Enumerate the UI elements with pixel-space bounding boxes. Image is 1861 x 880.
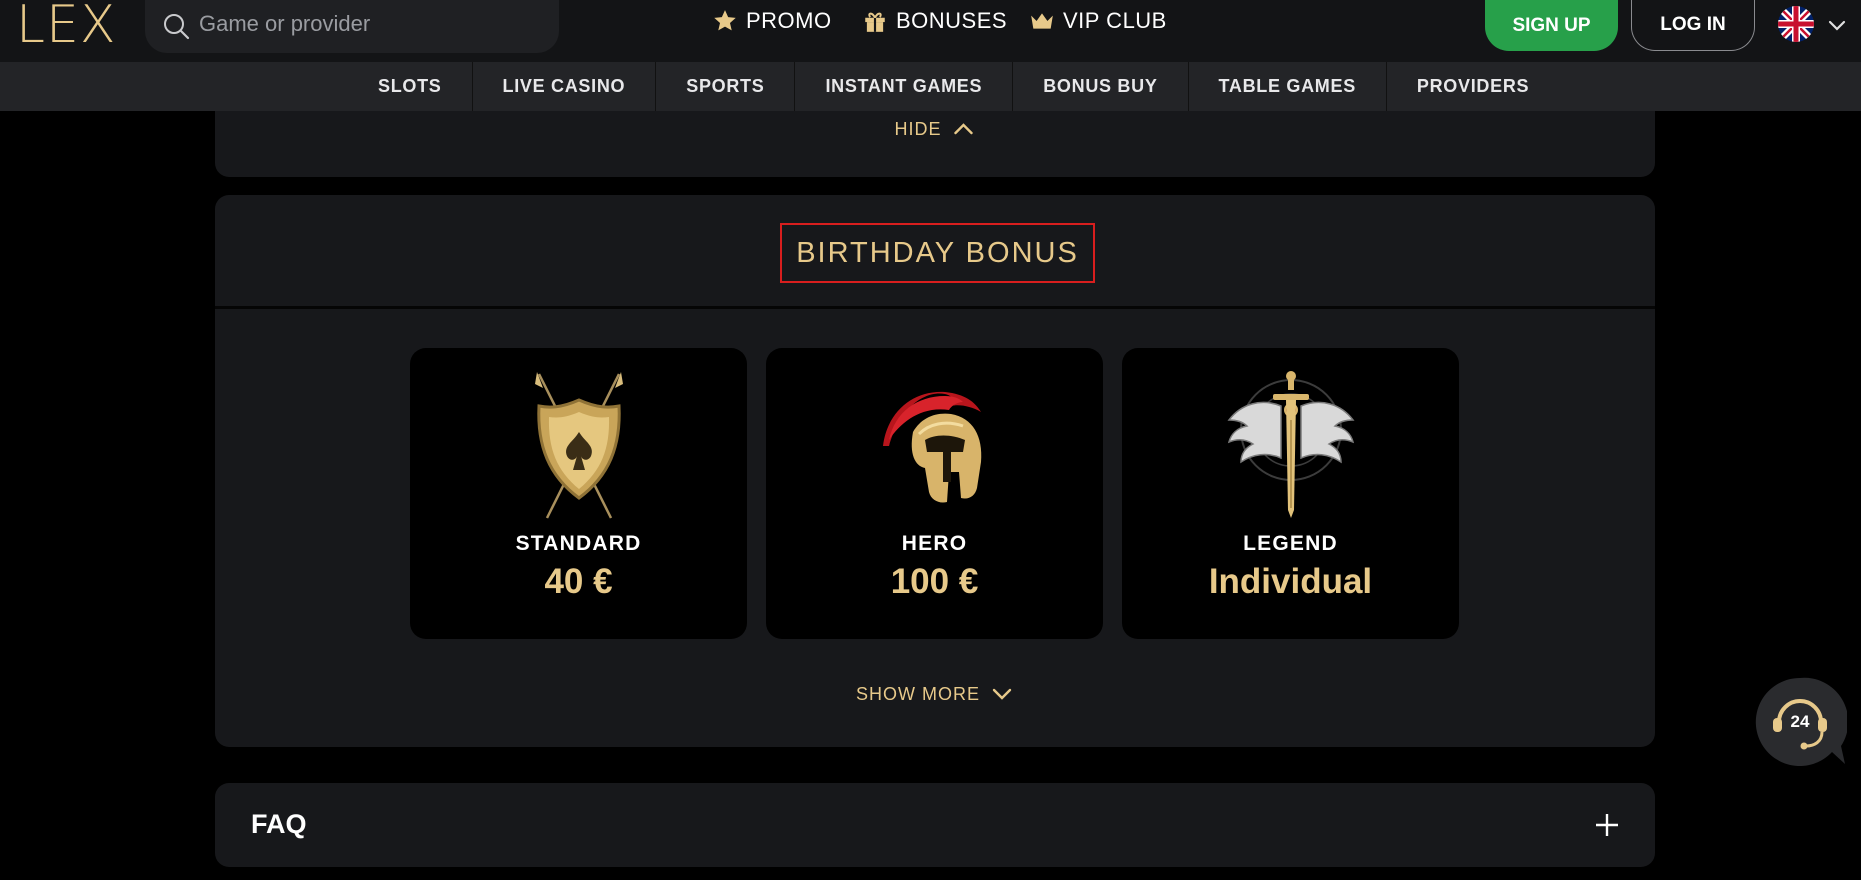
log-in-button[interactable]: LOG IN	[1631, 0, 1755, 51]
crown-icon	[1031, 13, 1053, 29]
category-slots[interactable]: SLOTS	[348, 62, 473, 111]
previous-section-panel: HIDE	[215, 111, 1655, 177]
tier-card-standard: STANDARD 40 €	[410, 348, 747, 639]
show-more-label: SHOW MORE	[856, 683, 980, 704]
top-header: LEX Game or provider PROMO BONUSES VIP C…	[0, 0, 1861, 62]
nav-vip-label: VIP CLUB	[1063, 8, 1167, 33]
chevron-down-icon	[992, 688, 1012, 700]
tier-name: STANDARD	[515, 532, 642, 555]
chevron-up-icon	[954, 123, 973, 135]
tier-card-hero: HERO 100 €	[766, 348, 1103, 639]
lex-logo[interactable]: LEX	[16, 0, 116, 51]
tier-name: HERO	[901, 532, 968, 555]
tier-amount: Individual	[1208, 562, 1373, 601]
search-input[interactable]: Game or provider	[199, 11, 370, 37]
gift-icon	[865, 12, 885, 32]
category-bonus-buy[interactable]: BONUS BUY	[1013, 62, 1189, 111]
birthday-bonus-title: BIRTHDAY BONUS	[780, 223, 1095, 283]
tier-name: LEGEND	[1243, 532, 1338, 555]
plus-icon[interactable]	[1593, 811, 1621, 839]
category-providers[interactable]: PROVIDERS	[1387, 62, 1559, 111]
shield-icon	[534, 372, 623, 519]
support-headset-icon[interactable]: 24	[1753, 676, 1847, 768]
star-icon	[714, 10, 736, 31]
bonus-tier-cards: STANDARD 40 € HERO 100 € LEGEND Individu…	[410, 348, 1459, 639]
search-box[interactable]: Game or provider	[145, 0, 559, 53]
faq-panel[interactable]: FAQ	[215, 783, 1655, 867]
hide-button[interactable]: HIDE	[894, 117, 975, 141]
category-sports[interactable]: SPORTS	[656, 62, 796, 111]
nav-promo-label: PROMO	[746, 8, 832, 33]
faq-title: FAQ	[251, 809, 307, 839]
tier-amount: 40 €	[544, 562, 613, 601]
category-bar: SLOTS LIVE CASINO SPORTS INSTANT GAMES B…	[0, 62, 1861, 111]
show-more-button[interactable]: SHOW MORE	[856, 682, 1014, 706]
category-instant-games[interactable]: INSTANT GAMES	[795, 62, 1014, 111]
nav-bonuses-label: BONUSES	[896, 8, 1008, 33]
support-badge-text: 24	[1791, 712, 1810, 731]
nav-vip-club[interactable]: VIP CLUB	[1029, 8, 1167, 34]
nav-promo[interactable]: PROMO	[712, 8, 832, 34]
sign-up-button[interactable]: SIGN UP	[1485, 0, 1618, 51]
uk-flag-icon[interactable]	[1778, 6, 1814, 42]
spartan-helmet-icon	[882, 391, 981, 503]
search-icon	[164, 14, 190, 40]
tier-amount: 100 €	[890, 562, 979, 601]
birthday-bonus-section: BIRTHDAY BONUS STANDARD 40 € HERO 100 € …	[215, 195, 1655, 747]
category-table-games[interactable]: TABLE GAMES	[1189, 62, 1387, 111]
birthday-bonus-header: BIRTHDAY BONUS	[215, 195, 1655, 309]
chevron-down-icon[interactable]	[1826, 14, 1848, 36]
winged-sword-icon	[1226, 371, 1355, 518]
tier-card-legend: LEGEND Individual	[1122, 348, 1459, 639]
category-live-casino[interactable]: LIVE CASINO	[473, 62, 657, 111]
nav-bonuses[interactable]: BONUSES	[862, 8, 1007, 34]
hide-label: HIDE	[894, 118, 942, 139]
